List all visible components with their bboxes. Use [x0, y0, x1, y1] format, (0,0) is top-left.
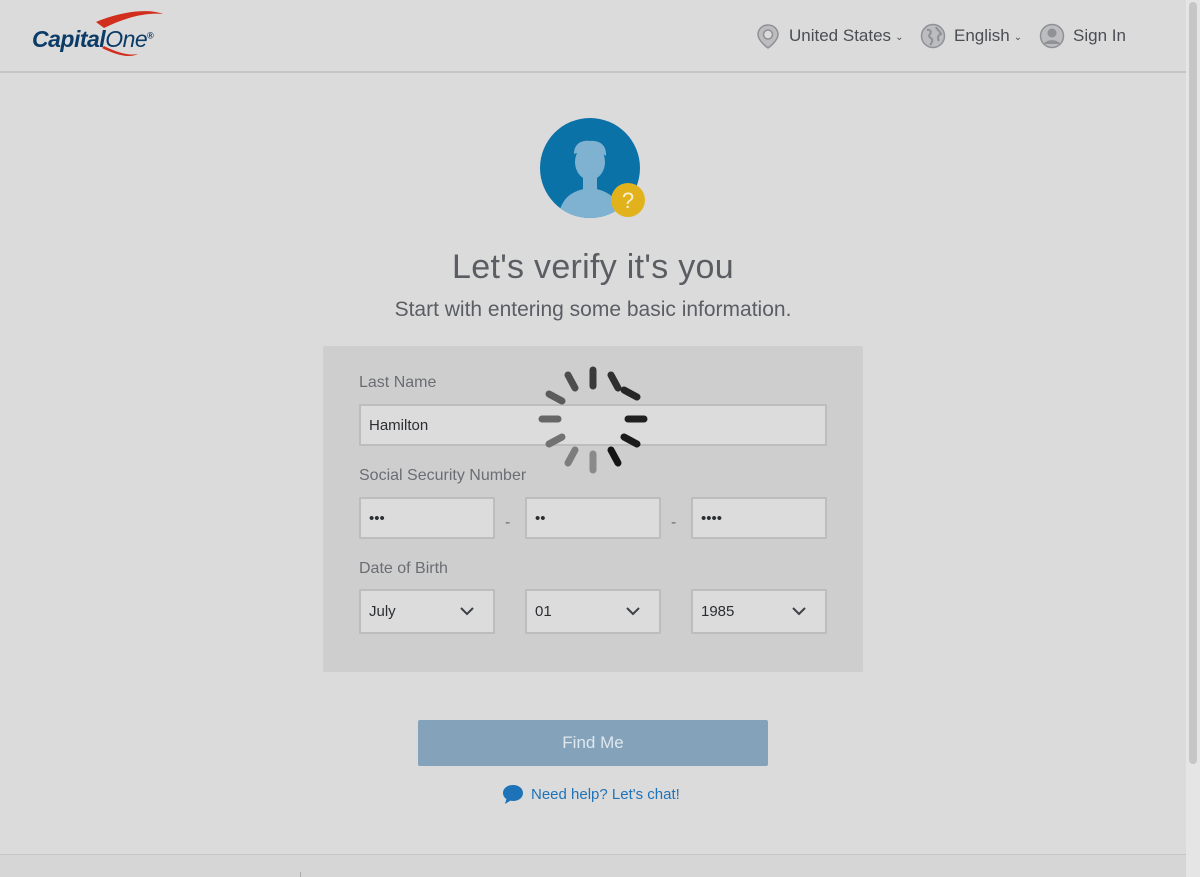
scrollbar[interactable]: [1186, 0, 1200, 877]
chat-help-label: Need help? Let's chat!: [531, 785, 680, 803]
chat-help-link[interactable]: Need help? Let's chat!: [502, 782, 680, 806]
chevron-down-icon: ⌄: [895, 32, 904, 43]
page: CapitalOne® United States ⌄ English ⌄ Si…: [0, 0, 1186, 877]
sign-in-label: Sign In: [1073, 26, 1126, 45]
chevron-down-icon: [626, 607, 640, 616]
footer-divider: [300, 872, 301, 877]
unknown-user-avatar-icon: ?: [540, 118, 645, 218]
capital-one-logo[interactable]: CapitalOne®: [32, 10, 168, 62]
location-pin-icon: [757, 24, 779, 49]
chat-bubble-icon: [503, 785, 523, 804]
ssn-part1-input[interactable]: [359, 497, 495, 539]
language-selector[interactable]: English ⌄: [920, 22, 1022, 50]
dob-label: Date of Birth: [359, 560, 448, 577]
find-me-button[interactable]: Find Me: [418, 720, 768, 766]
dob-year-value: 1985: [701, 603, 735, 620]
ssn-part3-input[interactable]: [691, 497, 827, 539]
page-subtitle: Start with entering some basic informati…: [394, 298, 792, 321]
chevron-down-icon: ⌄: [1013, 32, 1023, 43]
dob-day-select[interactable]: 01: [525, 589, 661, 634]
country-selector[interactable]: United States ⌄: [755, 22, 903, 50]
globe-icon: [920, 23, 946, 49]
country-label: United States: [789, 26, 892, 45]
user-circle-icon: [1039, 23, 1065, 49]
dob-year-select[interactable]: 1985: [691, 589, 827, 634]
dob-day-value: 01: [535, 603, 552, 620]
chevron-down-icon: [460, 607, 474, 616]
scrollbar-thumb[interactable]: [1189, 2, 1197, 764]
ssn-separator: -: [505, 514, 511, 531]
language-label: English: [954, 26, 1010, 45]
svg-text:?: ?: [622, 188, 634, 213]
ssn-label: Social Security Number: [359, 467, 527, 484]
chevron-down-icon: [792, 607, 806, 616]
logo-wordmark: CapitalOne®: [32, 26, 154, 52]
last-name-label: Last Name: [359, 374, 437, 391]
dob-month-select[interactable]: July: [359, 589, 495, 634]
footer: [0, 854, 1186, 877]
ssn-separator: -: [671, 514, 677, 531]
dob-month-value: July: [369, 603, 396, 620]
top-navigation-bar: CapitalOne® United States ⌄ English ⌄ Si…: [0, 0, 1186, 73]
page-title: Let's verify it's you: [452, 248, 734, 286]
ssn-part2-input[interactable]: [525, 497, 661, 539]
loading-spinner-icon: [538, 366, 648, 474]
sign-in-link[interactable]: Sign In: [1039, 22, 1126, 50]
